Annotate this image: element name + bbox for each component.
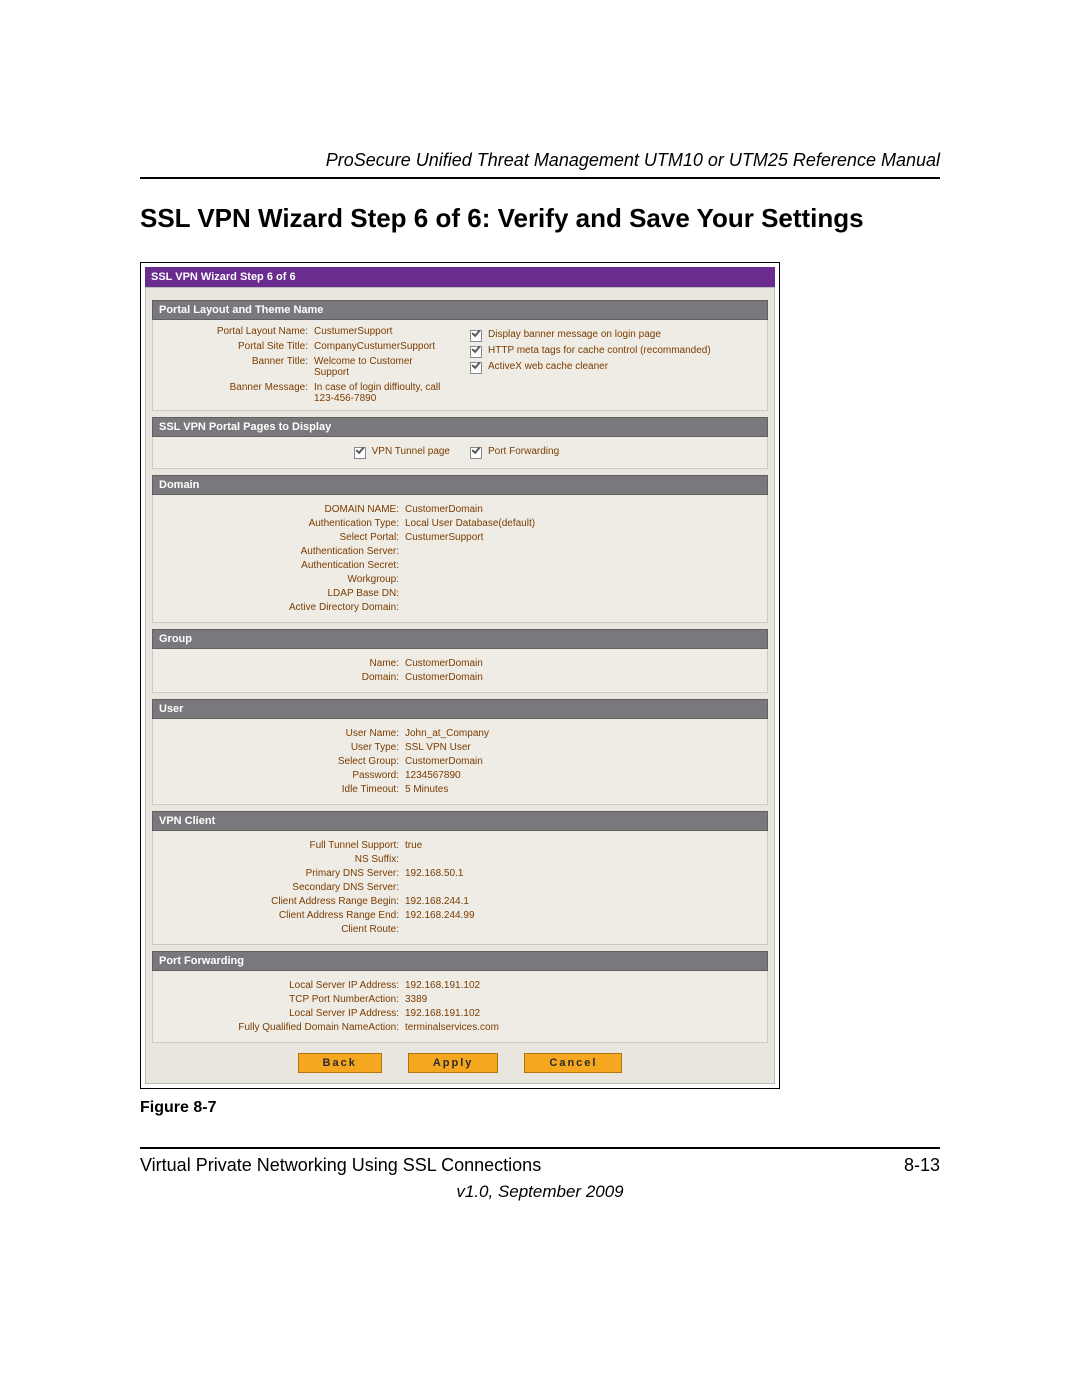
checkbox-icon xyxy=(470,447,482,459)
kv-key: Local Server IP Address: xyxy=(159,1008,405,1019)
kv-key: Portal Layout Name: xyxy=(159,326,314,337)
kv-val: terminalservices.com xyxy=(405,1022,499,1033)
section-body-group: Name:CustomerDomainDomain:CustomerDomain xyxy=(152,649,768,693)
section-body-user: User Name:John_at_CompanyUser Type:SSL V… xyxy=(152,719,768,805)
kv-key: NS Suffix: xyxy=(159,854,405,865)
kv-key: Banner Message: xyxy=(159,382,314,404)
section-body-pages-display: VPN Tunnel page Port Forwarding xyxy=(152,437,768,469)
section-head-port-forwarding: Port Forwarding xyxy=(152,951,768,971)
kv-val: CustumerSupport xyxy=(314,326,450,337)
section-head-pages-display: SSL VPN Portal Pages to Display xyxy=(152,417,768,437)
section-body-portal-layout: Portal Layout Name:CustumerSupport Porta… xyxy=(152,320,768,411)
kv-key: TCP Port NumberAction: xyxy=(159,994,405,1005)
section-head-group: Group xyxy=(152,629,768,649)
running-header: ProSecure Unified Threat Management UTM1… xyxy=(140,150,940,171)
kv-key: Banner Title: xyxy=(159,356,314,378)
kv-val: John_at_Company xyxy=(405,728,489,739)
section-head-domain: Domain xyxy=(152,475,768,495)
kv-val: CustomerDomain xyxy=(405,756,483,767)
wizard-title-bar: SSL VPN Wizard Step 6 of 6 xyxy=(145,267,775,287)
kv-val: 192.168.191.102 xyxy=(405,980,480,991)
footer-rule xyxy=(140,1147,940,1149)
header-rule xyxy=(140,177,940,179)
kv-key: Active Directory Domain: xyxy=(159,602,405,613)
kv-val: CustomerDomain xyxy=(405,672,483,683)
kv-key: Password: xyxy=(159,770,405,781)
kv-key: Domain: xyxy=(159,672,405,683)
kv-key: Portal Site Title: xyxy=(159,341,314,352)
kv-key: Fully Qualified Domain NameAction: xyxy=(159,1022,405,1033)
checkbox-label: Display banner message on login page xyxy=(488,329,661,340)
kv-key: LDAP Base DN: xyxy=(159,588,405,599)
checkbox-label: Port Forwarding xyxy=(488,446,559,457)
kv-val: Welcome to Customer Support xyxy=(314,356,450,378)
footer-right: 8-13 xyxy=(904,1155,940,1176)
kv-key: Secondary DNS Server: xyxy=(159,882,405,893)
kv-val: 192.168.50.1 xyxy=(405,868,463,879)
page-title: SSL VPN Wizard Step 6 of 6: Verify and S… xyxy=(140,203,940,234)
kv-val: 5 Minutes xyxy=(405,784,448,795)
footer-left: Virtual Private Networking Using SSL Con… xyxy=(140,1155,541,1176)
kv-key: Local Server IP Address: xyxy=(159,980,405,991)
checkbox-icon xyxy=(470,362,482,374)
footer-version: v1.0, September 2009 xyxy=(140,1182,940,1202)
kv-key: Client Address Range End: xyxy=(159,910,405,921)
figure-caption: Figure 8-7 xyxy=(140,1099,940,1117)
kv-val: Local User Database(default) xyxy=(405,518,535,529)
wizard-body: Portal Layout and Theme Name Portal Layo… xyxy=(145,287,775,1084)
section-head-portal-layout: Portal Layout and Theme Name xyxy=(152,300,768,320)
cancel-button[interactable]: Cancel xyxy=(524,1053,622,1073)
back-button[interactable]: Back xyxy=(298,1053,382,1073)
section-body-domain: DOMAIN NAME:CustomerDomainAuthentication… xyxy=(152,495,768,623)
kv-key: Select Portal: xyxy=(159,532,405,543)
section-body-vpn-client: Full Tunnel Support:trueNS Suffix: Primar… xyxy=(152,831,768,945)
section-head-user: User xyxy=(152,699,768,719)
kv-key: Authentication Server: xyxy=(159,546,405,557)
kv-val: CustumerSupport xyxy=(405,532,483,543)
kv-key: Name: xyxy=(159,658,405,669)
document-page: ProSecure Unified Threat Management UTM1… xyxy=(0,0,1080,1397)
kv-val: 192.168.244.99 xyxy=(405,910,475,921)
figure-screenshot: SSL VPN Wizard Step 6 of 6 Portal Layout… xyxy=(140,262,780,1089)
kv-val: SSL VPN User xyxy=(405,742,471,753)
kv-key: Authentication Secret: xyxy=(159,560,405,571)
kv-key: DOMAIN NAME: xyxy=(159,504,405,515)
section-head-vpn-client: VPN Client xyxy=(152,811,768,831)
checkbox-icon xyxy=(354,447,366,459)
apply-button[interactable]: Apply xyxy=(408,1053,499,1073)
kv-key: User Name: xyxy=(159,728,405,739)
kv-val: 3389 xyxy=(405,994,427,1005)
kv-key: User Type: xyxy=(159,742,405,753)
checkbox-label: ActiveX web cache cleaner xyxy=(488,361,608,372)
kv-key: Primary DNS Server: xyxy=(159,868,405,879)
checkbox-icon xyxy=(470,330,482,342)
kv-key: Select Group: xyxy=(159,756,405,767)
kv-key: Client Route: xyxy=(159,924,405,935)
kv-val: true xyxy=(405,840,422,851)
kv-val: 192.168.244.1 xyxy=(405,896,469,907)
kv-key: Idle Timeout: xyxy=(159,784,405,795)
kv-val: CustomerDomain xyxy=(405,658,483,669)
checkbox-label: HTTP meta tags for cache control (recomm… xyxy=(488,345,711,356)
checkbox-icon xyxy=(470,346,482,358)
section-body-port-forwarding: Local Server IP Address:192.168.191.102T… xyxy=(152,971,768,1043)
footer-line: Virtual Private Networking Using SSL Con… xyxy=(140,1155,940,1176)
kv-key: Full Tunnel Support: xyxy=(159,840,405,851)
kv-val: CustomerDomain xyxy=(405,504,483,515)
button-row: Back Apply Cancel xyxy=(152,1053,768,1073)
kv-val: CompanyCustumerSupport xyxy=(314,341,450,352)
kv-val: 1234567890 xyxy=(405,770,461,781)
kv-val: 192.168.191.102 xyxy=(405,1008,480,1019)
kv-key: Client Address Range Begin: xyxy=(159,896,405,907)
checkbox-label: VPN Tunnel page xyxy=(372,446,450,457)
kv-key: Workgroup: xyxy=(159,574,405,585)
kv-val: In case of login diffioulty, call 123-45… xyxy=(314,382,450,404)
kv-key: Authentication Type: xyxy=(159,518,405,529)
